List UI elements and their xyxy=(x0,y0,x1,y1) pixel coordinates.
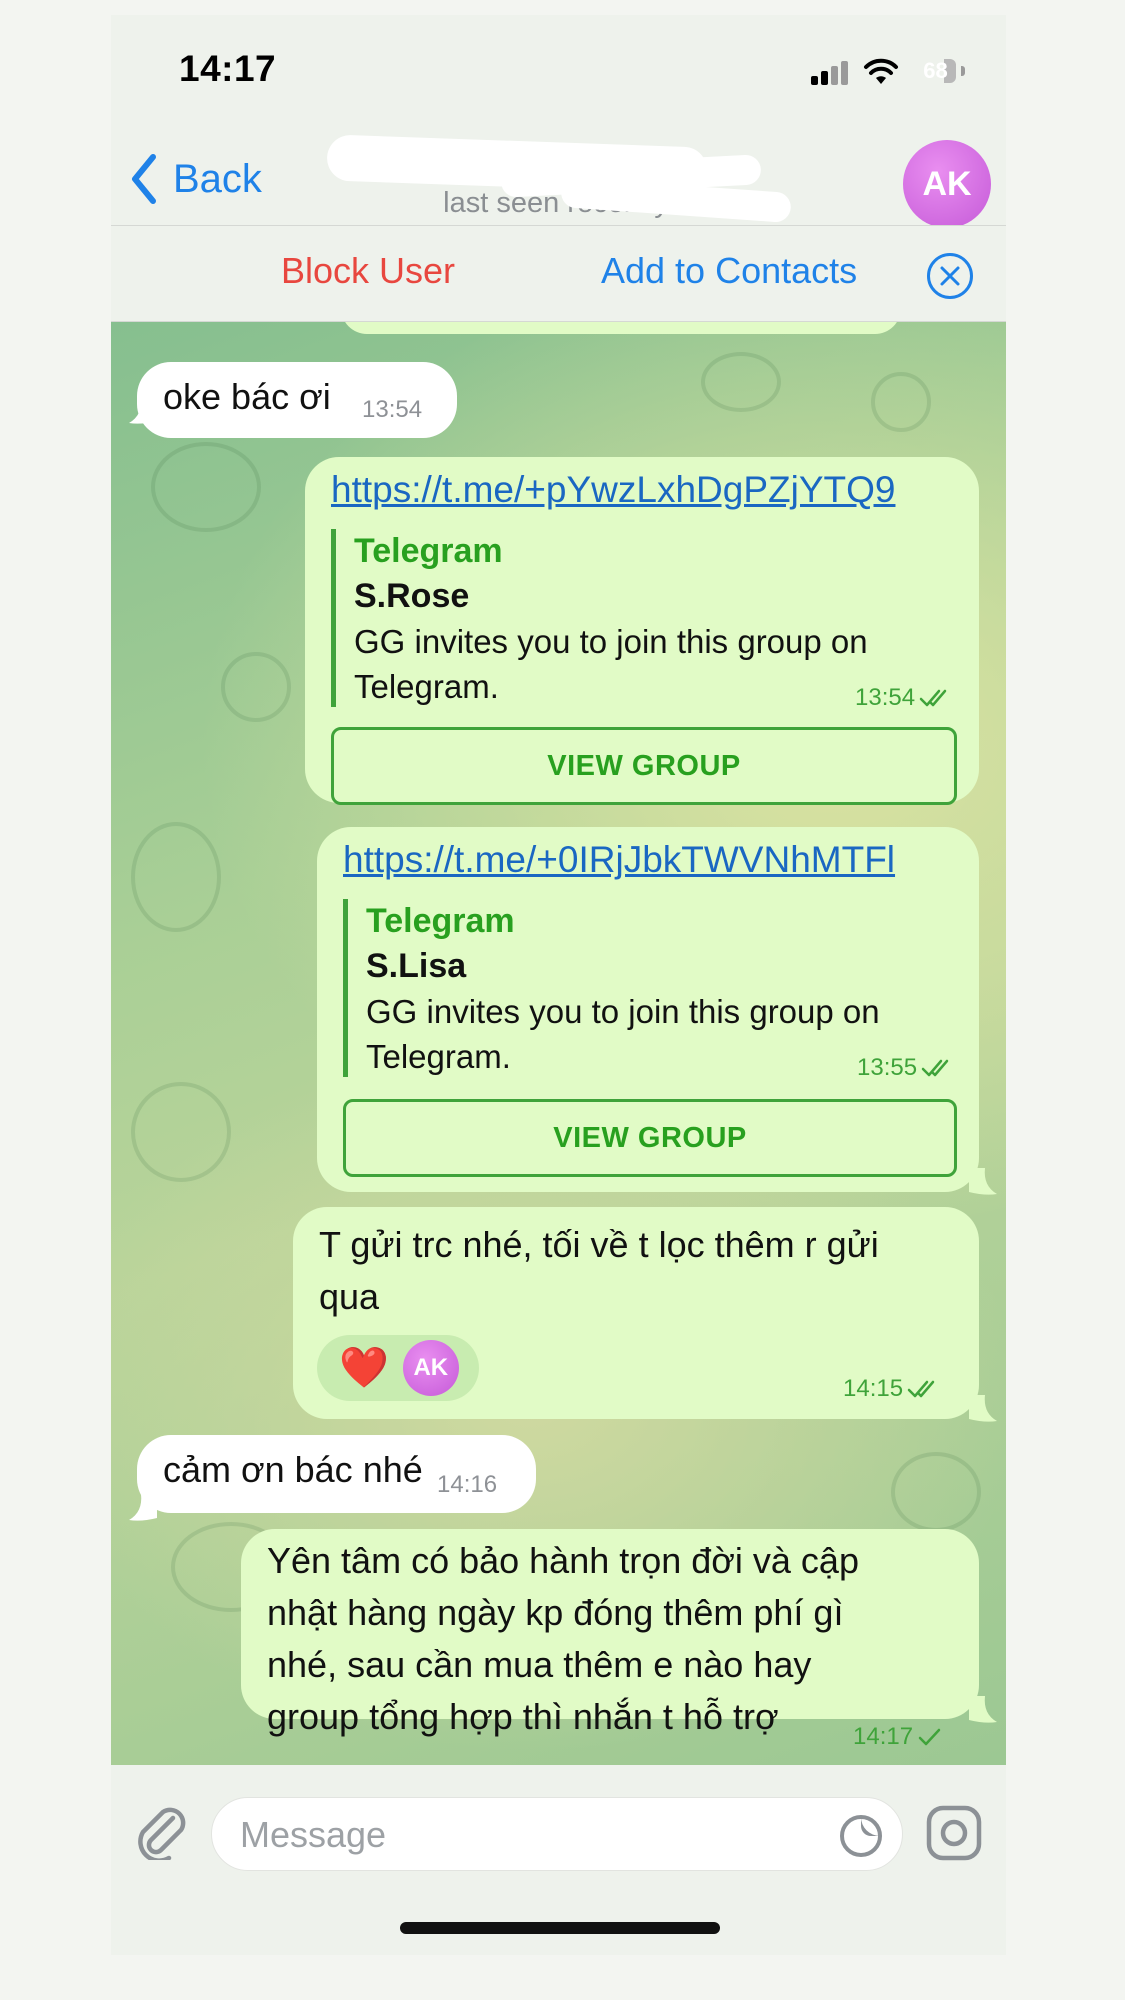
add-to-contacts-button[interactable]: Add to Contacts xyxy=(601,250,857,292)
link-preview[interactable]: Telegram S.Lisa GG invites you to join t… xyxy=(343,899,933,1077)
wallpaper-doodle xyxy=(151,442,261,532)
sticker-icon[interactable] xyxy=(837,1812,885,1860)
contact-avatar[interactable]: AK xyxy=(903,140,991,228)
message-text: nhé, sau cần mua thêm e nào hay xyxy=(267,1644,812,1685)
chat-header: Back t l last seen recently AK xyxy=(111,125,1006,228)
message-bubble-incoming[interactable]: oke bác ơi 13:54 xyxy=(137,362,457,438)
message-bubble-link[interactable]: https://t.me/+0IRjJbkTWVNhMTFl Telegram … xyxy=(317,827,979,1192)
message-text: oke bác ơi xyxy=(163,376,331,417)
preview-title: S.Rose xyxy=(354,577,470,615)
message-meta: 14:15 xyxy=(843,1375,941,1403)
single-check-icon xyxy=(918,1728,941,1746)
message-text: T gửi trc nhé, tối về t lọc thêm r gửi xyxy=(319,1224,879,1265)
preview-description: GG invites you to join this group on xyxy=(366,993,880,1030)
camera-icon[interactable] xyxy=(924,1803,984,1863)
paperclip-icon[interactable] xyxy=(133,1800,189,1860)
message-meta: 14:17 xyxy=(853,1723,943,1751)
wallpaper-doodle xyxy=(131,1082,231,1182)
preview-description: GG invites you to join this group on xyxy=(354,623,868,660)
message-link[interactable]: https://t.me/+pYwzLxhDgPZjYTQ9 xyxy=(331,469,895,511)
message-text: group tổng hợp thì nhắn t hỗ trợ xyxy=(267,1696,779,1737)
message-bubble-incoming[interactable]: cảm ơn bác nhé 14:16 xyxy=(137,1435,536,1513)
wallpaper-doodle xyxy=(871,372,931,432)
wifi-icon xyxy=(864,58,898,84)
back-button[interactable]: Back xyxy=(129,153,262,205)
phone-screen: 14:17 68 Back t l last seen recentl xyxy=(111,15,1006,1955)
message-list[interactable]: oke bác ơi 13:54 https://t.me/+pYwzLxhDg… xyxy=(111,322,1006,1765)
preview-title: S.Lisa xyxy=(366,947,467,985)
message-text: Yên tâm có bảo hành trọn đời và cập xyxy=(267,1540,859,1581)
chat-title[interactable]: t l last seen recently xyxy=(321,134,792,225)
message-bubble-link[interactable]: https://t.me/+pYwzLxhDgPZjYTQ9 Telegram … xyxy=(305,457,979,805)
message-input-field[interactable] xyxy=(211,1797,903,1872)
status-time: 14:17 xyxy=(179,48,277,89)
preview-description: Telegram. xyxy=(366,1038,511,1075)
message-bubble-partial xyxy=(341,322,901,334)
wallpaper-doodle xyxy=(701,352,781,412)
view-group-button[interactable]: VIEW GROUP xyxy=(331,727,957,805)
unknown-contact-actions: Block User Add to Contacts xyxy=(111,225,1006,322)
heart-icon: ❤️ xyxy=(339,1346,389,1390)
preview-site-name: Telegram xyxy=(366,902,515,940)
message-text: nhật hàng ngày kp đóng thêm phí gì xyxy=(267,1592,844,1633)
back-chevron-icon xyxy=(132,154,156,204)
message-text: cảm ơn bác nhé xyxy=(163,1449,423,1490)
message-link[interactable]: https://t.me/+0IRjJbkTWVNhMTFl xyxy=(343,839,895,881)
message-meta: 13:55 xyxy=(857,1054,955,1082)
message-time: 13:54 xyxy=(855,684,916,711)
message-text: qua xyxy=(319,1276,380,1317)
double-check-icon xyxy=(907,1380,935,1398)
message-time: 14:17 xyxy=(853,1723,914,1750)
wallpaper-doodle xyxy=(891,1452,981,1532)
wallpaper-doodle xyxy=(221,652,291,722)
back-label: Back xyxy=(173,156,262,201)
battery-level: 68 xyxy=(923,58,948,83)
message-time: 14:16 xyxy=(437,1471,498,1498)
link-preview[interactable]: Telegram S.Rose GG invites you to join t… xyxy=(331,529,931,707)
message-time: 13:55 xyxy=(857,1054,918,1081)
double-check-icon xyxy=(919,689,947,707)
message-composer xyxy=(111,1765,1006,1955)
close-circle-icon xyxy=(940,266,960,286)
message-reaction[interactable]: ❤️ AK xyxy=(317,1335,479,1401)
reaction-avatar: AK xyxy=(402,1340,459,1396)
message-input[interactable] xyxy=(240,1798,800,1872)
close-banner-button[interactable] xyxy=(927,253,973,299)
view-group-button[interactable]: VIEW GROUP xyxy=(343,1099,957,1177)
double-check-icon xyxy=(921,1059,949,1077)
home-indicator[interactable] xyxy=(400,1922,720,1934)
message-time: 13:54 xyxy=(362,396,423,423)
message-meta: 13:54 xyxy=(855,684,953,712)
preview-site-name: Telegram xyxy=(354,532,503,570)
status-bar: 14:17 68 xyxy=(111,15,1006,125)
message-bubble-outgoing[interactable]: Yên tâm có bảo hành trọn đời và cập nhật… xyxy=(241,1529,979,1750)
wallpaper-doodle xyxy=(131,822,221,932)
message-time: 14:15 xyxy=(843,1375,904,1402)
message-bubble-outgoing[interactable]: T gửi trc nhé, tối về t lọc thêm r gửi q… xyxy=(293,1207,979,1419)
signal-icon xyxy=(811,61,851,85)
battery-icon: 68 xyxy=(912,56,965,86)
block-user-button[interactable]: Block User xyxy=(281,250,455,292)
preview-description: Telegram. xyxy=(354,668,499,705)
